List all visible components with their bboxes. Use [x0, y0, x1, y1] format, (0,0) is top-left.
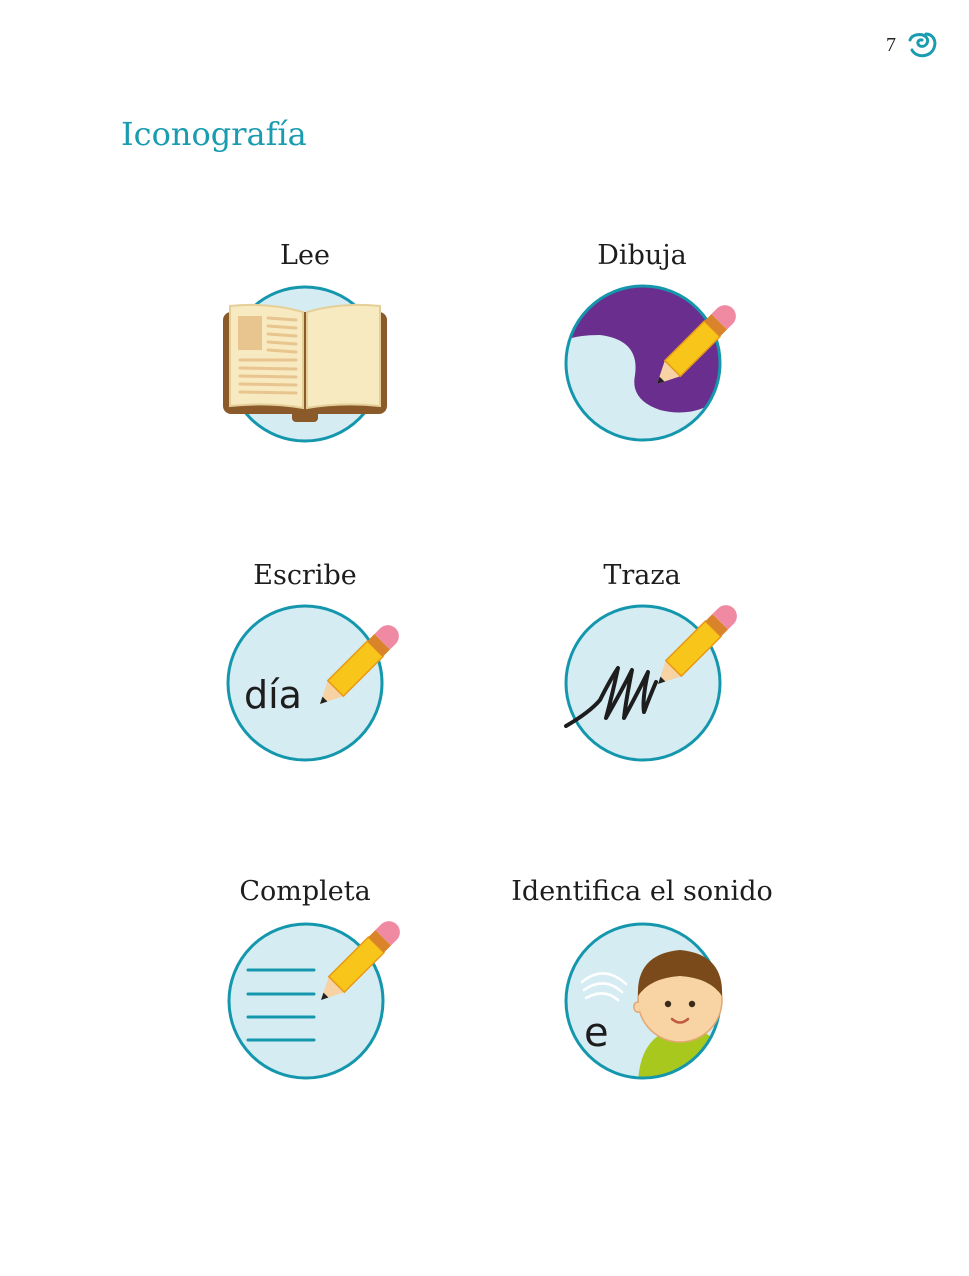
- swirl-logo-icon: [908, 32, 937, 58]
- icon-card-escribe: Escribe: [145, 556, 465, 596]
- page-title: Iconografía: [121, 115, 307, 154]
- icon-label: Dibuja: [597, 240, 687, 271]
- sample-word: día: [244, 673, 302, 717]
- listening-child-icon: e: [564, 922, 723, 1080]
- icon-card-identifica-el-sonido: Identifica el sonido: [482, 872, 802, 912]
- icon-card-traza: Traza: [482, 556, 802, 596]
- page-number: 7: [886, 34, 896, 56]
- complete-lines-icon: [227, 921, 400, 1080]
- draw-pencil-icon: [564, 284, 736, 442]
- icon-label: Completa: [239, 876, 371, 907]
- icon-card-completa: Completa: [145, 872, 465, 912]
- icon-label: Escribe: [253, 560, 357, 591]
- icon-label: Lee: [280, 240, 330, 271]
- write-pencil-icon: día: [226, 604, 399, 762]
- trace-pencil-icon: [564, 604, 737, 762]
- icon-card-dibuja: Dibuja: [482, 236, 802, 276]
- icon-label: Identifica el sonido: [511, 876, 773, 907]
- icon-card-lee: Lee: [145, 236, 465, 276]
- book-icon: [223, 285, 387, 443]
- icon-label: Traza: [603, 560, 681, 591]
- sound-letter: e: [584, 1010, 609, 1056]
